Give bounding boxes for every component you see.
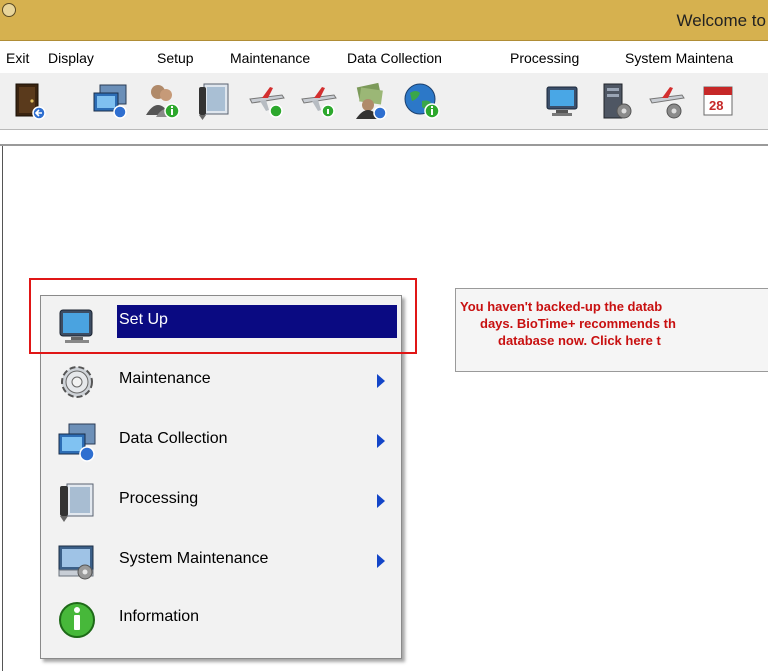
processing-pen-icon bbox=[55, 480, 99, 524]
separator bbox=[0, 144, 768, 146]
notice-line-3: database now. Click here t bbox=[498, 333, 661, 348]
info-icon bbox=[55, 598, 99, 642]
menu-setup[interactable]: Setup bbox=[157, 50, 194, 66]
toolbar-display-button[interactable] bbox=[88, 79, 132, 123]
submenu-arrow-icon bbox=[377, 434, 385, 448]
window-title: Welcome to bbox=[676, 11, 766, 30]
menu-item-set-up[interactable]: Set Up bbox=[41, 296, 401, 356]
menu-item-label: System Maintenance bbox=[119, 550, 269, 567]
window-left-border bbox=[2, 146, 3, 671]
monitor-icon bbox=[546, 86, 578, 116]
menu-item-label: Data Collection bbox=[119, 430, 228, 447]
menu-item-data-collection[interactable]: Data Collection bbox=[41, 412, 401, 472]
money-user-icon bbox=[356, 82, 387, 120]
menu-item-label: Processing bbox=[119, 490, 199, 507]
display-monitor-icon bbox=[93, 84, 127, 119]
toolbar-calendar-button[interactable]: 28 bbox=[696, 79, 740, 123]
exit-door-icon bbox=[15, 83, 46, 120]
calendar-icon: 28 bbox=[703, 86, 733, 116]
plane-info-icon bbox=[301, 87, 337, 118]
toolbar-exit-button[interactable] bbox=[6, 79, 50, 123]
notice-line-1: You haven't backed-up the datab bbox=[460, 299, 663, 314]
toolbar-globe-button[interactable] bbox=[400, 79, 444, 123]
menu-item-label: Set Up bbox=[119, 311, 168, 328]
menu-bar: Exit Display Setup Maintenance Data Coll… bbox=[0, 41, 768, 74]
menu-display[interactable]: Display bbox=[48, 50, 94, 66]
toolbar-plane-info-button[interactable] bbox=[296, 79, 340, 123]
processing-pen-icon bbox=[199, 83, 229, 120]
globe-icon bbox=[404, 83, 440, 119]
users-info-icon bbox=[146, 85, 180, 119]
menu-processing[interactable]: Processing bbox=[510, 50, 579, 66]
server-gear-icon bbox=[603, 83, 632, 119]
menu-item-processing[interactable]: Processing bbox=[41, 472, 401, 532]
backup-notice[interactable]: You haven't backed-up the datab days. Bi… bbox=[455, 288, 768, 372]
submenu-arrow-icon bbox=[377, 494, 385, 508]
submenu-arrow-icon bbox=[377, 554, 385, 568]
system-menu-icon[interactable] bbox=[2, 3, 16, 17]
monitor-icon bbox=[55, 304, 99, 348]
submenu-arrow-icon bbox=[377, 374, 385, 388]
toolbar-users-button[interactable] bbox=[140, 79, 184, 123]
toolbar-money-button[interactable] bbox=[348, 79, 392, 123]
toolbar-server-button[interactable] bbox=[592, 79, 636, 123]
svg-text:28: 28 bbox=[709, 98, 723, 113]
menu-exit[interactable]: Exit bbox=[6, 50, 29, 66]
data-collection-icon bbox=[55, 420, 99, 464]
toolbar-plane-green-button[interactable] bbox=[244, 79, 288, 123]
menu-system-maintenance[interactable]: System Maintena bbox=[625, 50, 733, 66]
title-bar: Welcome to bbox=[0, 0, 768, 41]
menu-item-information[interactable]: Information bbox=[41, 590, 401, 650]
context-menu: Set Up Maintenance Data Collection Proce… bbox=[40, 295, 402, 659]
menu-item-label: Information bbox=[119, 608, 200, 625]
plane-green-icon bbox=[249, 87, 285, 118]
menu-data-collection[interactable]: Data Collection bbox=[347, 50, 442, 66]
menu-item-system-maintenance[interactable]: System Maintenance bbox=[41, 532, 401, 592]
toolbar: 28 bbox=[0, 73, 768, 130]
menu-maintenance[interactable]: Maintenance bbox=[230, 50, 310, 66]
notice-line-2: days. BioTime+ recommends th bbox=[480, 316, 676, 331]
toolbar-monitor-button[interactable] bbox=[540, 79, 584, 123]
toolbar-processing-button[interactable] bbox=[192, 79, 236, 123]
menu-item-maintenance[interactable]: Maintenance bbox=[41, 352, 401, 412]
system-maintenance-icon bbox=[55, 540, 99, 584]
plane-gear-icon bbox=[649, 87, 685, 119]
gear-icon bbox=[55, 360, 99, 404]
toolbar-plane-gear-button[interactable] bbox=[644, 79, 688, 123]
menu-item-label: Maintenance bbox=[119, 370, 211, 387]
